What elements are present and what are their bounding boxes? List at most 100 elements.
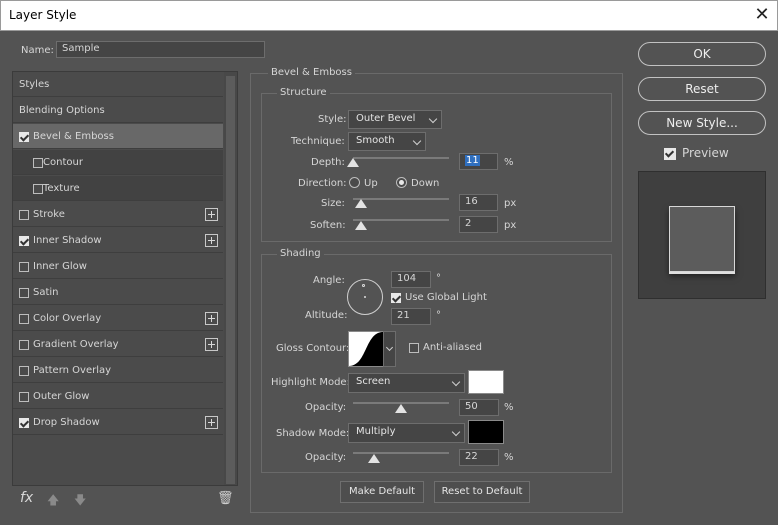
style-item-label: Blending Options bbox=[19, 105, 105, 116]
chevron-down-icon bbox=[412, 136, 422, 146]
highlight-opacity-input[interactable]: 50 bbox=[459, 399, 499, 416]
style-item-styles[interactable]: Styles bbox=[13, 72, 223, 97]
styles-scrollbar-thumb[interactable] bbox=[226, 76, 235, 484]
style-item-checkbox[interactable] bbox=[19, 392, 29, 402]
shadow-opacity-thumb[interactable] bbox=[368, 454, 381, 463]
name-input[interactable]: Sample bbox=[56, 41, 265, 58]
angle-input[interactable]: 104 bbox=[391, 271, 431, 288]
style-select-value: Outer Bevel bbox=[356, 113, 416, 124]
add-icon[interactable] bbox=[205, 312, 218, 325]
fx-icon[interactable]: fx bbox=[20, 490, 33, 506]
anti-aliased-checkbox[interactable] bbox=[409, 343, 419, 353]
style-item-checkbox[interactable] bbox=[19, 288, 29, 298]
preview-checkbox[interactable] bbox=[664, 148, 676, 160]
style-item-label: Inner Glow bbox=[33, 261, 87, 272]
add-icon[interactable] bbox=[205, 416, 218, 429]
chevron-down-icon bbox=[451, 377, 461, 387]
style-item-outer-glow[interactable]: Outer Glow bbox=[13, 384, 223, 409]
style-item-checkbox[interactable] bbox=[19, 210, 29, 220]
angle-unit: ° bbox=[436, 273, 441, 284]
style-item-inner-glow[interactable]: Inner Glow bbox=[13, 254, 223, 279]
size-unit: px bbox=[504, 198, 517, 209]
size-input[interactable]: 16 bbox=[459, 194, 498, 211]
style-item-pattern-overlay[interactable]: Pattern Overlay bbox=[13, 358, 223, 383]
anti-aliased-label: Anti-aliased bbox=[423, 342, 483, 353]
direction-up-radio[interactable] bbox=[349, 177, 360, 188]
style-item-satin[interactable]: Satin bbox=[13, 280, 223, 305]
direction-down-label: Down bbox=[411, 178, 440, 189]
highlight-mode-select[interactable]: Screen bbox=[348, 373, 465, 393]
style-item-bevel-emboss[interactable]: Bevel & Emboss bbox=[13, 124, 223, 149]
shadow-opacity-input[interactable]: 22 bbox=[459, 449, 499, 466]
new-style-button[interactable]: New Style... bbox=[638, 111, 766, 135]
shadow-mode-value: Multiply bbox=[356, 426, 396, 437]
gloss-contour-label: Gloss Contour: bbox=[276, 343, 350, 354]
style-item-contour[interactable]: Contour bbox=[13, 150, 223, 175]
use-global-light-checkbox[interactable] bbox=[391, 293, 401, 303]
move-down-icon[interactable]: 🡇 bbox=[74, 491, 86, 512]
style-item-checkbox[interactable] bbox=[19, 340, 29, 350]
style-item-drop-shadow[interactable]: Drop Shadow bbox=[13, 410, 223, 435]
chevron-down-icon bbox=[451, 427, 461, 437]
ok-button[interactable]: OK bbox=[638, 42, 766, 66]
style-preview bbox=[638, 171, 766, 299]
add-icon[interactable] bbox=[205, 338, 218, 351]
style-item-label: Stroke bbox=[33, 209, 65, 220]
size-slider-thumb[interactable] bbox=[354, 199, 367, 208]
shadow-color-swatch[interactable] bbox=[468, 420, 504, 444]
altitude-label: Altitude: bbox=[305, 310, 348, 321]
soften-slider-thumb[interactable] bbox=[354, 221, 367, 230]
style-item-inner-shadow[interactable]: Inner Shadow bbox=[13, 228, 223, 253]
angle-dial[interactable] bbox=[347, 279, 383, 315]
depth-input[interactable]: 11 bbox=[459, 153, 498, 170]
chevron-down-icon bbox=[385, 343, 394, 352]
soften-slider-track[interactable] bbox=[353, 219, 449, 221]
angle-label: Angle: bbox=[313, 275, 345, 286]
close-icon[interactable]: ✕ bbox=[752, 4, 772, 26]
style-item-label: Texture bbox=[43, 183, 80, 194]
add-icon[interactable] bbox=[205, 208, 218, 221]
style-item-checkbox[interactable] bbox=[33, 158, 43, 168]
soften-label: Soften: bbox=[310, 220, 346, 231]
style-item-checkbox[interactable] bbox=[19, 132, 29, 142]
direction-down-radio[interactable] bbox=[396, 177, 407, 188]
shadow-mode-select[interactable]: Multiply bbox=[348, 423, 465, 443]
make-default-button[interactable]: Make Default bbox=[340, 481, 424, 503]
style-item-checkbox[interactable] bbox=[33, 184, 43, 194]
gloss-contour-preview[interactable] bbox=[348, 331, 384, 367]
trash-icon[interactable]: 🗑 bbox=[217, 491, 234, 506]
shadow-mode-label: Shadow Mode: bbox=[276, 428, 350, 439]
style-item-label: Drop Shadow bbox=[33, 417, 100, 428]
style-item-texture[interactable]: Texture bbox=[13, 176, 223, 201]
size-label: Size: bbox=[321, 198, 345, 209]
shadow-opacity-unit: % bbox=[504, 452, 514, 463]
style-item-label: Color Overlay bbox=[33, 313, 102, 324]
style-item-blending-options[interactable]: Blending Options bbox=[13, 98, 223, 123]
depth-slider-track[interactable] bbox=[353, 157, 449, 159]
style-item-stroke[interactable]: Stroke bbox=[13, 202, 223, 227]
move-up-icon[interactable]: 🡅 bbox=[47, 491, 59, 512]
highlight-color-swatch[interactable] bbox=[468, 370, 504, 394]
style-item-checkbox[interactable] bbox=[19, 366, 29, 376]
highlight-opacity-thumb[interactable] bbox=[395, 404, 407, 413]
technique-select[interactable]: Smooth bbox=[348, 132, 426, 151]
altitude-unit: ° bbox=[436, 310, 441, 321]
style-item-checkbox[interactable] bbox=[19, 418, 29, 428]
style-item-gradient-overlay[interactable]: Gradient Overlay bbox=[13, 332, 223, 357]
reset-button[interactable]: Reset bbox=[638, 77, 766, 101]
style-item-checkbox[interactable] bbox=[19, 236, 29, 246]
style-item-color-overlay[interactable]: Color Overlay bbox=[13, 306, 223, 331]
style-item-checkbox[interactable] bbox=[19, 314, 29, 324]
style-item-checkbox[interactable] bbox=[19, 262, 29, 272]
gloss-contour-dropdown[interactable] bbox=[383, 331, 396, 367]
soften-input[interactable]: 2 bbox=[459, 216, 498, 233]
size-slider-track[interactable] bbox=[353, 198, 449, 200]
altitude-input[interactable]: 21 bbox=[391, 308, 431, 325]
style-select[interactable]: Outer Bevel bbox=[348, 110, 442, 129]
depth-slider-thumb[interactable] bbox=[347, 158, 359, 167]
style-item-label: Pattern Overlay bbox=[33, 365, 112, 376]
add-icon[interactable] bbox=[205, 234, 218, 247]
reset-to-default-button[interactable]: Reset to Default bbox=[434, 481, 530, 503]
styles-list: Styles Blending Options Bevel & Emboss Cont… bbox=[12, 71, 238, 486]
angle-dial-handle[interactable] bbox=[362, 284, 365, 287]
